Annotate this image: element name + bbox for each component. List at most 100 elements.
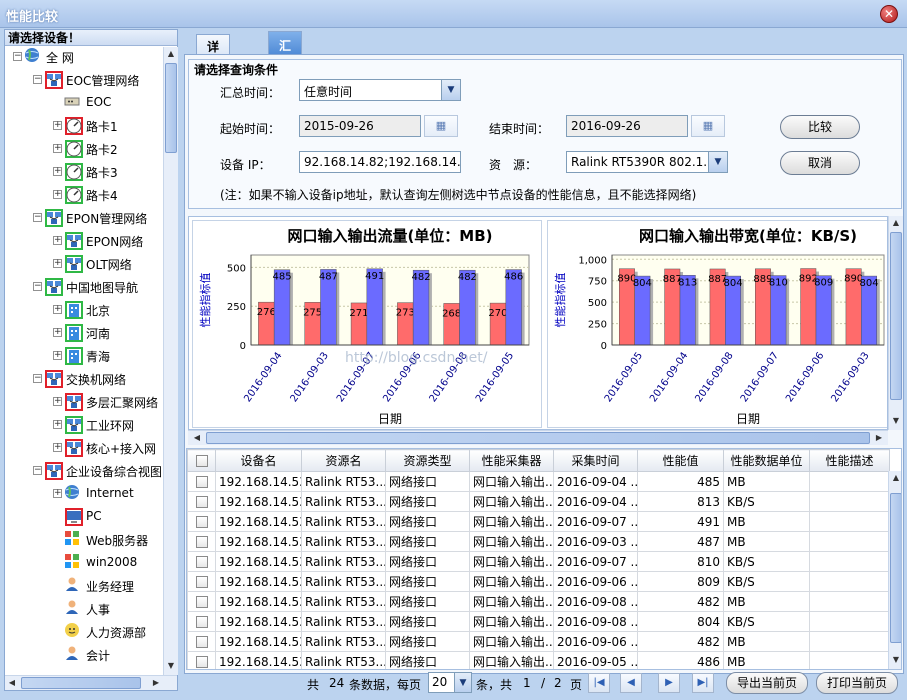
- next-page-icon[interactable]: ▶: [658, 673, 680, 693]
- chart-horizontal-scrollbar[interactable]: ◀ ▶: [188, 430, 888, 445]
- tree-node[interactable]: + EPON网络: [5, 231, 163, 251]
- cancel-button[interactable]: 取消: [780, 151, 860, 175]
- tree-node[interactable]: + 北京: [5, 300, 163, 320]
- tree-node[interactable]: + OLT网络: [5, 254, 163, 274]
- row-checkbox[interactable]: [195, 616, 208, 628]
- start-time-field[interactable]: 2015-09-26: [299, 115, 421, 137]
- expand-icon[interactable]: +: [53, 144, 62, 153]
- tree-node[interactable]: + 多层汇聚网络: [5, 392, 163, 412]
- collapse-icon[interactable]: −: [33, 213, 42, 222]
- scroll-down-icon[interactable]: ▼: [889, 414, 903, 428]
- expand-icon[interactable]: +: [53, 236, 62, 245]
- expand-icon[interactable]: +: [53, 121, 62, 130]
- summary-time-select[interactable]: 任意时间 ▼: [299, 79, 461, 101]
- expand-icon[interactable]: +: [53, 167, 62, 176]
- column-header[interactable]: 性能值: [637, 449, 724, 472]
- scroll-down-icon[interactable]: ▼: [889, 653, 901, 667]
- row-checkbox-cell[interactable]: [187, 511, 216, 532]
- tree-node[interactable]: Web服务器: [5, 530, 163, 550]
- prev-page-icon[interactable]: ◀: [620, 673, 642, 693]
- table-row[interactable]: 192.168.14.53 Ralink RT53... 网络接口 网口输入输出...…: [187, 571, 890, 592]
- column-header[interactable]: 性能描述: [809, 449, 890, 472]
- row-checkbox[interactable]: [195, 536, 208, 548]
- column-header[interactable]: 设备名: [215, 449, 302, 472]
- tree-node[interactable]: − 交换机网络: [5, 369, 163, 389]
- row-checkbox-cell[interactable]: [187, 651, 216, 669]
- expand-icon[interactable]: +: [53, 190, 62, 199]
- row-checkbox-cell[interactable]: [187, 591, 216, 612]
- chart-vertical-scrollbar[interactable]: ▲ ▼: [888, 216, 903, 430]
- resource-select[interactable]: Ralink RT5390R 802.1... ▼: [566, 151, 728, 173]
- row-checkbox[interactable]: [195, 576, 208, 588]
- row-checkbox[interactable]: [195, 656, 208, 668]
- tree-node[interactable]: + 核心+接入网: [5, 438, 163, 458]
- tree-node[interactable]: PC: [5, 507, 163, 527]
- tree-node[interactable]: EOC: [5, 93, 163, 113]
- row-checkbox[interactable]: [195, 596, 208, 608]
- tree-scroll-thumb[interactable]: [165, 63, 177, 153]
- export-current-page-button[interactable]: 导出当前页: [726, 672, 808, 694]
- expand-icon[interactable]: +: [53, 397, 62, 406]
- table-row[interactable]: 192.168.14.53 Ralink RT53... 网络接口 网口输入输出...…: [187, 631, 890, 652]
- tree-node[interactable]: 人力资源部: [5, 622, 163, 642]
- compare-button[interactable]: 比较: [780, 115, 860, 139]
- tree-node[interactable]: + 工业环网: [5, 415, 163, 435]
- row-checkbox-cell[interactable]: [187, 551, 216, 572]
- tree-node[interactable]: − EOC管理网络: [5, 70, 163, 90]
- table-row[interactable]: 192.168.14.53 Ralink RT53... 网络接口 网口输入输出...…: [187, 551, 890, 572]
- table-scroll-thumb[interactable]: [890, 493, 901, 643]
- row-checkbox-cell[interactable]: [187, 571, 216, 592]
- select-all-checkbox-cell[interactable]: [187, 449, 216, 472]
- column-header[interactable]: 资源名: [301, 449, 386, 472]
- column-header[interactable]: 资源类型: [385, 449, 470, 472]
- expand-icon[interactable]: +: [53, 420, 62, 429]
- column-header[interactable]: 性能采集器: [469, 449, 554, 472]
- scroll-up-icon[interactable]: ▲: [889, 216, 903, 230]
- tree-node[interactable]: + 河南: [5, 323, 163, 343]
- column-header[interactable]: 采集时间: [553, 449, 638, 472]
- scroll-right-icon[interactable]: ▶: [149, 676, 163, 690]
- table-row[interactable]: 192.168.14.53 Ralink RT53... 网络接口 网口输入输出...…: [187, 471, 890, 492]
- row-checkbox-cell[interactable]: [187, 471, 216, 492]
- table-row[interactable]: 192.168.14.53 Ralink RT53... 网络接口 网口输入输出...…: [187, 491, 890, 512]
- chevron-down-icon[interactable]: ▼: [441, 80, 460, 100]
- scroll-up-icon[interactable]: ▲: [889, 471, 901, 485]
- expand-icon[interactable]: +: [53, 328, 62, 337]
- row-checkbox-cell[interactable]: [187, 631, 216, 652]
- collapse-icon[interactable]: −: [33, 282, 42, 291]
- row-checkbox[interactable]: [195, 476, 208, 488]
- expand-icon[interactable]: +: [53, 259, 62, 268]
- collapse-icon[interactable]: −: [13, 52, 22, 61]
- table-row[interactable]: 192.168.14.53 Ralink RT53... 网络接口 网口输入输出...…: [187, 591, 890, 612]
- chart-scroll-thumb[interactable]: [890, 232, 902, 400]
- row-checkbox[interactable]: [195, 556, 208, 568]
- scroll-right-icon[interactable]: ▶: [872, 431, 886, 445]
- tree-node[interactable]: 人事: [5, 599, 163, 619]
- expand-icon[interactable]: +: [53, 305, 62, 314]
- tab-detail-performance[interactable]: 详细性能: [196, 34, 231, 105]
- expand-icon[interactable]: +: [53, 489, 62, 498]
- scroll-left-icon[interactable]: ◀: [5, 676, 19, 690]
- tree-node[interactable]: win2008: [5, 553, 163, 573]
- row-checkbox-cell[interactable]: [187, 491, 216, 512]
- table-row[interactable]: 192.168.14.53 Ralink RT53... 网络接口 网口输入输出...…: [187, 531, 890, 552]
- table-vertical-scrollbar[interactable]: ▲ ▼: [888, 471, 901, 669]
- row-checkbox[interactable]: [195, 516, 208, 528]
- tab-summary-performance[interactable]: 汇总性能: [268, 31, 303, 104]
- page-size-select[interactable]: 20 ▼: [428, 672, 472, 693]
- collapse-icon[interactable]: −: [33, 75, 42, 84]
- row-checkbox-cell[interactable]: [187, 611, 216, 632]
- table-row[interactable]: 192.168.14.53 Ralink RT53... 网络接口 网口输入输出...…: [187, 511, 890, 532]
- row-checkbox[interactable]: [195, 496, 208, 508]
- close-icon[interactable]: ✕: [880, 5, 898, 23]
- row-checkbox[interactable]: [195, 636, 208, 648]
- end-time-field[interactable]: 2016-09-26: [566, 115, 688, 137]
- tree-node[interactable]: + Internet: [5, 484, 163, 504]
- device-ip-input[interactable]: 92.168.14.82;192.168.14.53;: [299, 151, 461, 173]
- scroll-left-icon[interactable]: ◀: [190, 431, 204, 445]
- chevron-down-icon[interactable]: ▼: [708, 152, 727, 172]
- tree-horizontal-scrollbar[interactable]: ◀ ▶: [5, 675, 177, 690]
- row-checkbox-cell[interactable]: [187, 531, 216, 552]
- start-calendar-icon[interactable]: ▦: [424, 115, 458, 137]
- expand-icon[interactable]: +: [53, 351, 62, 360]
